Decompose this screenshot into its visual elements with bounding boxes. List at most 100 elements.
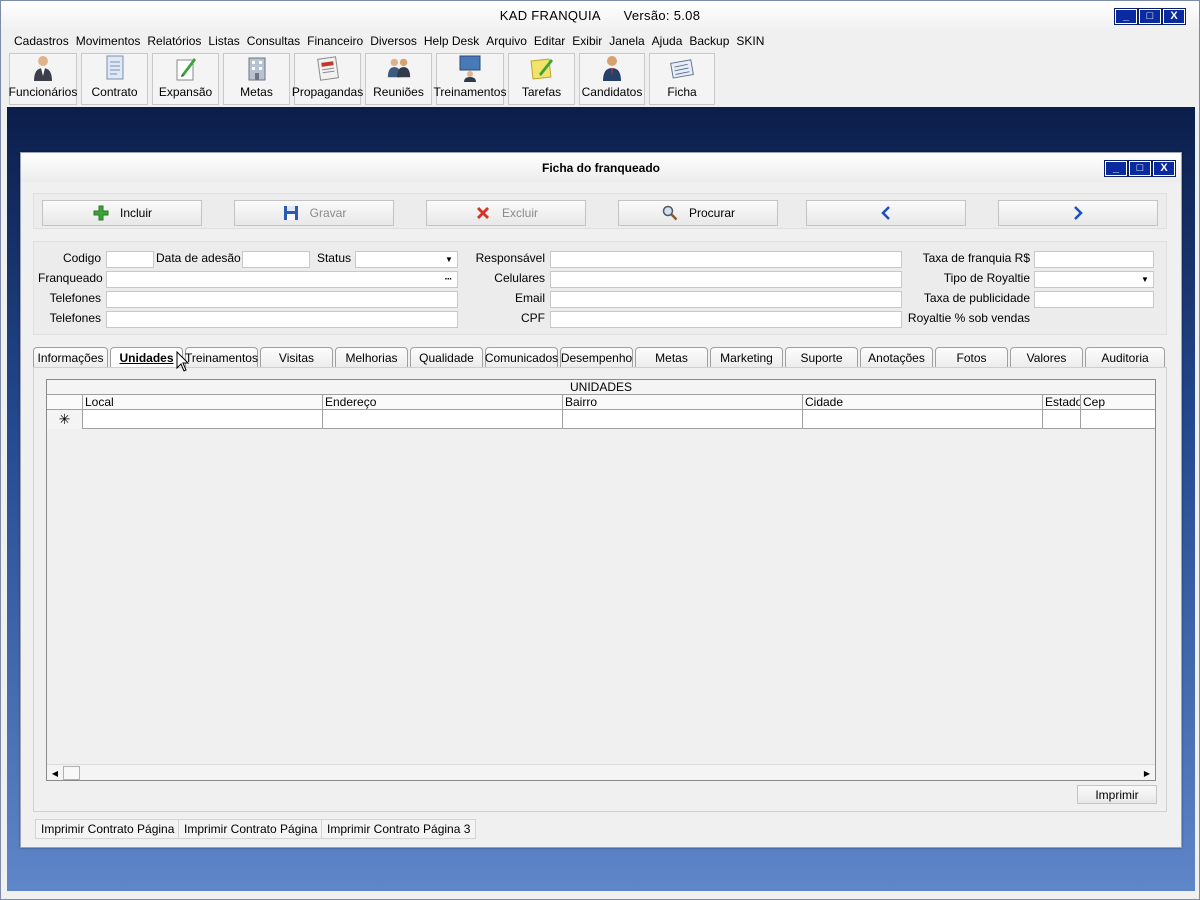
print-contract-page-2-button[interactable]: Imprimir Contrato Página 2 [178, 819, 334, 839]
toolbar-label: Propagandas [291, 85, 364, 99]
toolbar-funcionarios-button[interactable]: Funcionários [9, 53, 77, 105]
tab-treinamentos[interactable]: Treinamentos [185, 347, 258, 367]
horizontal-scrollbar[interactable]: ◀ ▶ [47, 764, 1155, 780]
minimize-button[interactable]: _ [1114, 8, 1138, 25]
grid-new-row[interactable]: ✳ [47, 410, 1155, 429]
tab-visitas[interactable]: Visitas [260, 347, 333, 367]
tab-informacoes[interactable]: Informações [33, 347, 108, 367]
toolbar-label: Candidatos [581, 85, 643, 99]
tab-fotos[interactable]: Fotos [935, 347, 1008, 367]
grid-cell[interactable] [323, 410, 563, 429]
menu-skin[interactable]: SKIN [732, 32, 767, 50]
tab-marketing[interactable]: Marketing [710, 347, 783, 367]
menu-diversos[interactable]: Diversos [366, 32, 420, 50]
menu-listas[interactable]: Listas [204, 32, 242, 50]
include-button[interactable]: Incluir [42, 200, 202, 226]
print-contract-page-1-button[interactable]: Imprimir Contrato Página 1 [35, 819, 191, 839]
child-maximize-button[interactable]: □ [1128, 160, 1152, 177]
taxa-franquia-field[interactable] [1034, 251, 1154, 268]
tab-comunicados[interactable]: Comunicados [485, 347, 558, 367]
menu-janela[interactable]: Janela [605, 32, 647, 50]
save-button[interactable]: Gravar [234, 200, 394, 226]
franqueado-field[interactable]: ··· [106, 271, 458, 288]
toolbar-propagandas-button[interactable]: Propagandas [291, 53, 364, 105]
status-select[interactable]: ▼ [355, 251, 458, 268]
grid-cell[interactable] [803, 410, 1043, 429]
previous-record-button[interactable] [806, 200, 966, 226]
print-contract-page-3-button[interactable]: Imprimir Contrato Página 3 [321, 819, 477, 839]
tab-qualidade[interactable]: Qualidade [410, 347, 483, 367]
royaltie-vendas-label: Royaltie % sob vendas [907, 311, 1030, 325]
menu-cadastros[interactable]: Cadastros [10, 32, 72, 50]
grid-cell[interactable] [83, 410, 323, 429]
toolbar-reunioes-button[interactable]: Reuniões [365, 53, 432, 105]
menu-relatorios[interactable]: Relatórios [143, 32, 204, 50]
email-field[interactable] [550, 291, 902, 308]
codigo-field[interactable] [106, 251, 154, 268]
menu-ajuda[interactable]: Ajuda [648, 32, 686, 50]
toolbar-contrato-button[interactable]: Contrato [81, 53, 148, 105]
column-header-cidade[interactable]: Cidade [803, 395, 1043, 410]
menu-financeiro[interactable]: Financeiro [303, 32, 366, 50]
scroll-right-icon[interactable]: ▶ [1140, 766, 1154, 780]
tipo-royaltie-select[interactable]: ▼ [1034, 271, 1154, 288]
menu-exibir[interactable]: Exibir [568, 32, 605, 50]
grid-cell[interactable] [563, 410, 803, 429]
menu-arquivo[interactable]: Arquivo [482, 32, 530, 50]
status-label: Status [316, 251, 351, 265]
units-grid[interactable]: UNIDADES Local Endereço Bairro Cidade Es… [46, 379, 1156, 781]
celulares-field[interactable] [550, 271, 902, 288]
next-record-button[interactable] [998, 200, 1158, 226]
column-header-bairro[interactable]: Bairro [563, 395, 803, 410]
tab-valores[interactable]: Valores [1010, 347, 1083, 367]
column-header-estado[interactable]: Estado [1043, 395, 1081, 410]
tab-metas[interactable]: Metas [635, 347, 708, 367]
responsavel-field[interactable] [550, 251, 902, 268]
toolbar-metas-button[interactable]: Metas [223, 53, 290, 105]
tab-suporte[interactable]: Suporte [785, 347, 858, 367]
toolbar-ficha-button[interactable]: Ficha [649, 53, 715, 105]
telefones-field-2[interactable] [106, 311, 458, 328]
taxa-publicidade-field[interactable] [1034, 291, 1154, 308]
email-label: Email [514, 291, 545, 305]
menu-consultas[interactable]: Consultas [243, 32, 303, 50]
delete-button[interactable]: Excluir [426, 200, 586, 226]
search-button[interactable]: Procurar [618, 200, 778, 226]
menu-help-desk[interactable]: Help Desk [420, 32, 482, 50]
chevron-down-icon[interactable]: ▼ [1138, 273, 1152, 286]
child-close-button[interactable]: X [1152, 160, 1176, 177]
data-adesao-field[interactable] [242, 251, 310, 268]
close-button[interactable]: X [1162, 8, 1186, 25]
scroll-left-icon[interactable]: ◀ [48, 766, 62, 780]
menu-movimentos[interactable]: Movimentos [72, 32, 144, 50]
toolbar-treinamentos-button[interactable]: Treinamentos [434, 53, 506, 105]
maximize-button[interactable]: □ [1138, 8, 1162, 25]
tab-anotacoes[interactable]: Anotações [860, 347, 933, 367]
print-button[interactable]: Imprimir [1077, 785, 1157, 804]
child-minimize-button[interactable]: _ [1104, 160, 1128, 177]
telefones-field[interactable] [106, 291, 458, 308]
scrollbar-thumb[interactable] [63, 766, 80, 780]
menu-bar: Cadastros Movimentos Relatórios Listas C… [10, 32, 767, 50]
column-header-local[interactable]: Local [83, 395, 323, 410]
column-header-endereco[interactable]: Endereço [323, 395, 563, 410]
franchisee-form-window: Ficha do franqueado _ □ X Incluir Gravar… [20, 152, 1182, 848]
grid-cell[interactable] [1081, 410, 1155, 429]
tab-auditoria[interactable]: Auditoria [1085, 347, 1165, 367]
cpf-field[interactable] [550, 311, 902, 328]
menu-editar[interactable]: Editar [530, 32, 568, 50]
toolbar-candidatos-button[interactable]: Candidatos [579, 53, 645, 105]
toolbar-expansao-button[interactable]: Expansão [152, 53, 219, 105]
toolbar-tarefas-button[interactable]: Tarefas [508, 53, 575, 105]
menu-backup[interactable]: Backup [685, 32, 732, 50]
tab-desempenho[interactable]: Desempenho [560, 347, 633, 367]
chevron-down-icon[interactable]: ▼ [442, 253, 456, 266]
tab-melhorias[interactable]: Melhorias [335, 347, 408, 367]
tab-unidades[interactable]: Unidades [110, 347, 183, 368]
row-header-corner [47, 395, 83, 410]
plus-icon [92, 204, 110, 222]
child-window-controls: _ □ X [1104, 160, 1176, 177]
ellipsis-icon[interactable]: ··· [440, 273, 456, 286]
column-header-cep[interactable]: Cep [1081, 395, 1155, 410]
grid-cell[interactable] [1043, 410, 1081, 429]
